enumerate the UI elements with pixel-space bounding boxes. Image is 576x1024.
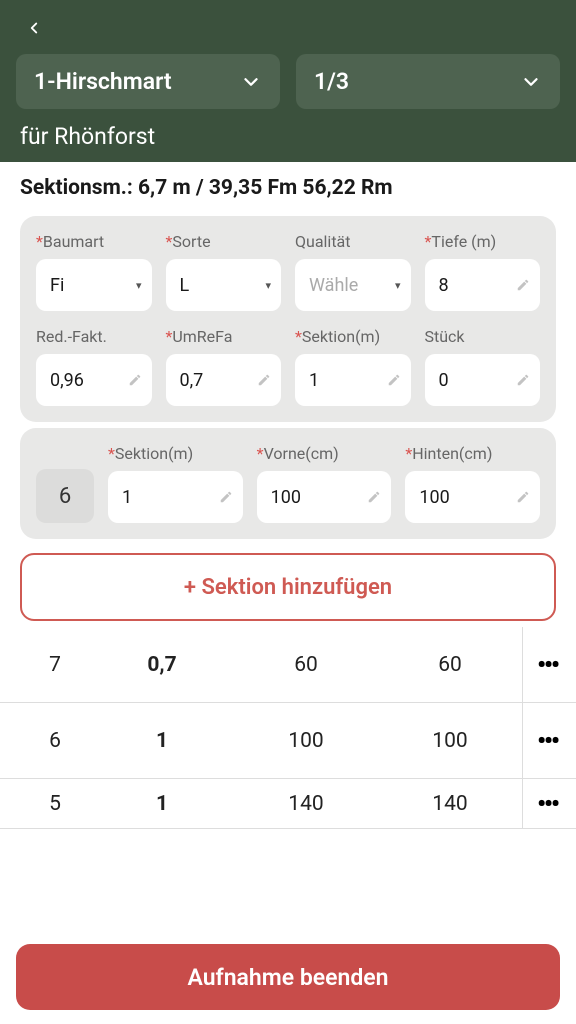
cell-a: 1 — [90, 792, 234, 816]
panel-section-input: 6 *Sektion(m) 1 *Vorne(cm) 100 *Hinten(c… — [20, 428, 556, 539]
chevron-left-icon — [25, 19, 43, 37]
pencil-icon — [516, 490, 530, 504]
row-menu-button[interactable]: ••• — [522, 703, 572, 778]
cell-b: 100 — [234, 729, 378, 753]
value-umrefa: 0,7 — [180, 370, 204, 391]
value-redfakt: 0,96 — [50, 370, 84, 391]
label-umrefa: *UmReFa — [166, 327, 282, 346]
input-hinten[interactable]: 100 — [405, 471, 540, 523]
field-sektion-m: *Sektion(m) 1 — [295, 327, 411, 406]
input-redfakt[interactable]: 0,96 — [36, 354, 152, 406]
row-menu-button[interactable]: ••• — [522, 779, 572, 828]
field-sektion2: *Sektion(m) 1 — [108, 444, 243, 523]
section-index: 6 — [36, 469, 94, 523]
input-tiefe[interactable]: 8 — [425, 259, 541, 311]
field-qualitaet: Qualität Wähle ▾ — [295, 232, 411, 311]
cell-b: 60 — [234, 653, 378, 677]
label-stueck: Stück — [425, 327, 541, 346]
table-row: 6 1 100 100 ••• — [0, 703, 576, 779]
field-baumart: *Baumart Fi ▾ — [36, 232, 152, 311]
dropdown-page-label: 1/3 — [314, 68, 349, 95]
input-stueck[interactable]: 0 — [425, 354, 541, 406]
label-vorne: *Vorne(cm) — [257, 444, 392, 463]
label-baumart: *Baumart — [36, 232, 152, 251]
value-vorne: 100 — [271, 487, 301, 508]
cell-idx: 7 — [20, 653, 90, 677]
label-redfakt: Red.-Fakt. — [36, 327, 152, 346]
dropdown-location[interactable]: 1-Hirschmart — [16, 54, 280, 109]
select-baumart[interactable]: Fi ▾ — [36, 259, 152, 311]
field-hinten: *Hinten(cm) 100 — [405, 444, 540, 523]
value-sektion2: 1 — [122, 487, 132, 508]
header-subtitle: für Rhönforst — [16, 123, 560, 150]
dots-icon: ••• — [537, 727, 558, 755]
select-qualitaet[interactable]: Wähle ▾ — [295, 259, 411, 311]
dropdown-location-label: 1-Hirschmart — [34, 68, 172, 95]
chevron-down-icon — [520, 71, 542, 93]
index-wrapper: 6 — [36, 445, 94, 523]
pencil-icon — [387, 373, 401, 387]
pencil-icon — [516, 373, 530, 387]
finish-button[interactable]: Aufnahme beenden — [16, 944, 560, 1010]
cell-a: 1 — [90, 729, 234, 753]
pencil-icon — [257, 373, 271, 387]
cell-idx: 5 — [20, 792, 90, 816]
header: 1-Hirschmart 1/3 für Rhönforst — [0, 0, 576, 162]
pencil-icon — [367, 490, 381, 504]
value-tiefe: 8 — [439, 275, 449, 296]
cell-c: 100 — [378, 729, 522, 753]
field-sorte: *Sorte L ▾ — [166, 232, 282, 311]
summary-line: Sektionsm.: 6,7 m / 39,35 Fm 56,22 Rm — [0, 162, 576, 210]
dots-icon: ••• — [537, 790, 558, 818]
label-sorte: *Sorte — [166, 232, 282, 251]
input-sektion-m[interactable]: 1 — [295, 354, 411, 406]
row-menu-button[interactable]: ••• — [522, 627, 572, 702]
label-hinten: *Hinten(cm) — [405, 444, 540, 463]
chevron-down-icon: ▾ — [395, 279, 401, 292]
sections-table: 7 0,7 60 60 ••• 6 1 100 100 ••• 5 1 140 … — [0, 627, 576, 829]
label-sektion2: *Sektion(m) — [108, 444, 243, 463]
table-row: 5 1 140 140 ••• — [0, 779, 576, 829]
dropdown-page[interactable]: 1/3 — [296, 54, 560, 109]
dropdown-row: 1-Hirschmart 1/3 — [16, 54, 560, 109]
select-sorte[interactable]: L ▾ — [166, 259, 282, 311]
cell-b: 140 — [234, 792, 378, 816]
field-umrefa: *UmReFa 0,7 — [166, 327, 282, 406]
value-baumart: Fi — [50, 275, 64, 296]
input-sektion2[interactable]: 1 — [108, 471, 243, 523]
cell-a: 0,7 — [90, 653, 234, 677]
field-vorne: *Vorne(cm) 100 — [257, 444, 392, 523]
panel-main-form: *Baumart Fi ▾ *Sorte L ▾ Qualität Wähle … — [20, 216, 556, 422]
pencil-icon — [219, 490, 233, 504]
cell-idx: 6 — [20, 729, 90, 753]
cell-c: 60 — [378, 653, 522, 677]
label-tiefe: *Tiefe (m) — [425, 232, 541, 251]
chevron-down-icon: ▾ — [265, 279, 271, 292]
label-qualitaet: Qualität — [295, 232, 411, 251]
field-stueck: Stück 0 — [425, 327, 541, 406]
table-row: 7 0,7 60 60 ••• — [0, 627, 576, 703]
add-section-button[interactable]: + Sektion hinzufügen — [20, 553, 556, 621]
chevron-down-icon — [240, 71, 262, 93]
value-stueck: 0 — [439, 370, 449, 391]
field-tiefe: *Tiefe (m) 8 — [425, 232, 541, 311]
value-hinten: 100 — [419, 487, 449, 508]
cell-c: 140 — [378, 792, 522, 816]
input-vorne[interactable]: 100 — [257, 471, 392, 523]
placeholder-qualitaet: Wähle — [309, 275, 358, 296]
input-umrefa[interactable]: 0,7 — [166, 354, 282, 406]
back-button[interactable] — [16, 10, 52, 46]
dots-icon: ••• — [537, 651, 558, 679]
value-sektion-m: 1 — [309, 370, 319, 391]
chevron-down-icon: ▾ — [136, 279, 142, 292]
pencil-icon — [516, 278, 530, 292]
field-redfakt: Red.-Fakt. 0,96 — [36, 327, 152, 406]
label-sektion-m: *Sektion(m) — [295, 327, 411, 346]
pencil-icon — [128, 373, 142, 387]
value-sorte: L — [180, 275, 190, 296]
